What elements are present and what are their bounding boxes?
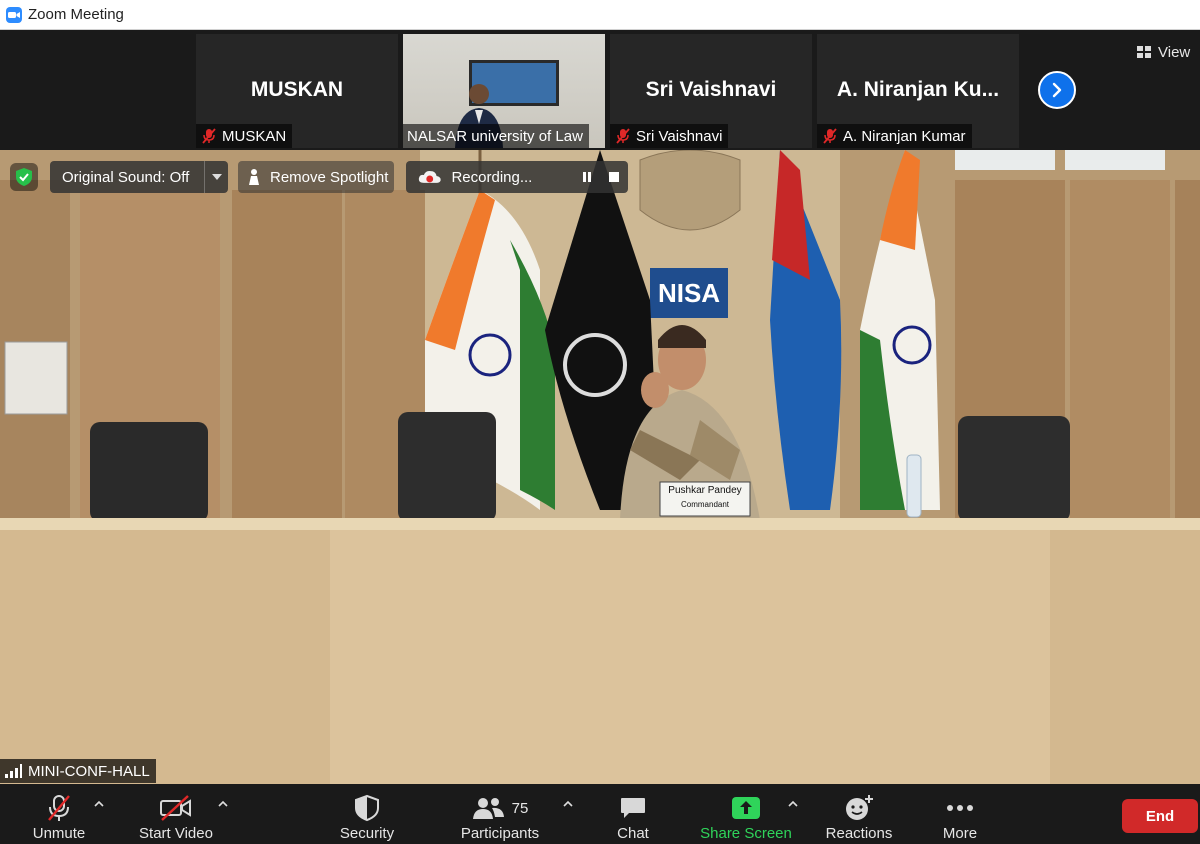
participant-label: A. Niranjan Kumar (817, 124, 972, 148)
chat-button[interactable]: Chat (608, 784, 658, 844)
caret-down-icon[interactable] (204, 161, 228, 193)
video-options-chevron-up-icon[interactable] (216, 796, 230, 810)
participant-label-text: A. Niranjan Kumar (843, 127, 966, 145)
participant-tile-nalsar[interactable]: NALSAR university of Law (403, 34, 605, 148)
share-options-chevron-up-icon[interactable] (786, 796, 800, 810)
chevron-right-icon (1052, 82, 1062, 98)
main-video[interactable]: NISA Pushkar Pandey Commandant (0, 150, 1200, 784)
signal-strength-icon (5, 764, 22, 778)
share-screen-label: Share Screen (700, 825, 792, 842)
grid-view-icon (1137, 46, 1151, 58)
more-label: More (942, 825, 978, 842)
participant-name: A. Niranjan Ku... (836, 78, 1000, 101)
window-title: Zoom Meeting (28, 6, 124, 23)
remove-spotlight-button[interactable]: Remove Spotlight (238, 161, 394, 193)
participant-label: Sri Vaishnavi (610, 124, 729, 148)
participants-label: Participants (460, 825, 540, 842)
original-sound-toggle[interactable]: Original Sound: Off (50, 161, 228, 193)
participant-label: MUSKAN (196, 124, 293, 148)
cloud-recording-icon (418, 170, 441, 183)
spotlight-person-icon (249, 169, 259, 185)
zoom-logo-icon (6, 6, 22, 23)
participant-tile-niranjan[interactable]: A. Niranjan Ku... A. Niranjan Kumar (817, 34, 1019, 148)
participants-count: 75 (511, 799, 529, 817)
reactions-label: Reactions (825, 825, 893, 842)
nameplate-title: Commandant (680, 500, 730, 509)
participant-label-text: NALSAR university of Law (407, 127, 583, 145)
end-meeting-button[interactable]: End (1122, 799, 1198, 833)
stop-recording-icon[interactable] (601, 161, 628, 193)
meeting-toolbar: Unmute Start Video Security 75 Participa… (0, 784, 1200, 844)
chat-label: Chat (617, 825, 649, 842)
share-screen-arrow-icon (731, 793, 761, 823)
nisa-sign: NISA (657, 277, 721, 308)
share-screen-button[interactable]: Share Screen (696, 784, 796, 844)
conference-room-video (0, 150, 1200, 784)
mic-muted-icon (823, 128, 837, 144)
participant-name: Sri Vaishnavi (645, 78, 777, 101)
unmute-label: Unmute (32, 825, 86, 842)
participant-label-text: MUSKAN (222, 127, 287, 145)
encryption-shield-icon[interactable] (10, 163, 38, 191)
unmute-button[interactable]: Unmute (24, 784, 94, 844)
original-sound-label: Original Sound: Off (62, 168, 190, 186)
participants-button[interactable]: 75 Participants (452, 784, 548, 844)
mic-muted-icon (44, 793, 74, 823)
video-off-icon (159, 793, 193, 823)
audio-options-chevron-up-icon[interactable] (92, 796, 106, 810)
participants-options-chevron-up-icon[interactable] (561, 796, 575, 810)
mic-muted-icon (616, 128, 630, 144)
pause-recording-icon[interactable] (573, 161, 600, 193)
participant-name: MUSKAN (250, 78, 344, 101)
participant-label-text: Sri Vaishnavi (636, 127, 723, 145)
view-button-label: View (1158, 43, 1191, 61)
next-page-button[interactable] (1038, 71, 1076, 109)
participant-label: NALSAR university of Law (403, 124, 589, 148)
chat-bubble-icon (619, 793, 647, 823)
recording-label: Recording... (451, 168, 533, 186)
start-video-button[interactable]: Start Video (132, 784, 220, 844)
reactions-button[interactable]: Reactions (820, 784, 898, 844)
security-button[interactable]: Security (332, 784, 402, 844)
shield-icon (354, 793, 380, 823)
speaker-name: MINI-CONF-HALL (28, 762, 150, 780)
mic-muted-icon (202, 128, 216, 144)
start-video-label: Start Video (139, 825, 213, 842)
speaker-name-tag: MINI-CONF-HALL (0, 759, 156, 783)
view-button[interactable]: View (1136, 37, 1190, 67)
title-bar: Zoom Meeting (0, 0, 1200, 30)
security-label: Security (339, 825, 395, 842)
participant-tile-sri-vaishnavi[interactable]: Sri Vaishnavi Sri Vaishnavi (610, 34, 812, 148)
participant-strip: MUSKAN MUSKAN NALSAR university of Law S… (0, 31, 1200, 150)
participants-icon: 75 (472, 793, 529, 823)
more-dots-icon (946, 793, 974, 823)
smiley-plus-icon (844, 793, 874, 823)
recording-indicator: Recording... (406, 161, 628, 193)
nameplate: Pushkar Pandey Commandant (662, 484, 748, 512)
participant-tile-muskan[interactable]: MUSKAN MUSKAN (196, 34, 398, 148)
remove-spotlight-label: Remove Spotlight (270, 168, 389, 186)
nameplate-name: Pushkar Pandey (668, 485, 742, 496)
more-button[interactable]: More (934, 784, 986, 844)
